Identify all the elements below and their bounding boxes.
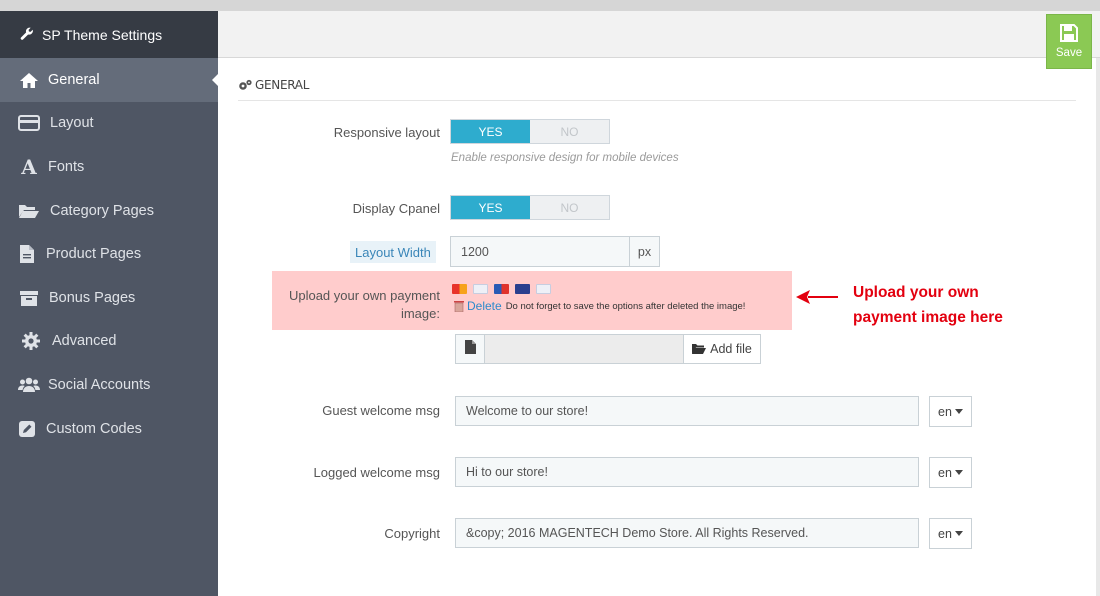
caret-down-icon bbox=[954, 531, 963, 536]
wrench-icon bbox=[20, 27, 36, 43]
sidebar-item-label: Layout bbox=[50, 115, 94, 132]
copyright-label: Copyright bbox=[384, 526, 440, 541]
payment-image-label-line2: image: bbox=[400, 306, 440, 321]
delete-note: Do not forget to save the options after … bbox=[505, 300, 746, 312]
lang-value: en bbox=[938, 526, 952, 541]
payment-image-label: Upload your own payment image: bbox=[272, 287, 440, 323]
trash-icon bbox=[454, 300, 464, 312]
sidebar-header: SP Theme Settings bbox=[0, 11, 218, 58]
file-name-input[interactable] bbox=[485, 334, 684, 364]
caret-down-icon bbox=[954, 470, 963, 475]
responsive-layout-no[interactable]: NO bbox=[530, 120, 609, 143]
sidebar-item-layout[interactable]: Layout bbox=[0, 102, 218, 146]
edit-icon bbox=[16, 418, 38, 440]
file-icon bbox=[16, 243, 38, 265]
floppy-disk-icon bbox=[1060, 24, 1078, 42]
paypal-alt-icon bbox=[536, 284, 551, 294]
display-cpanel-toggle[interactable]: YES NO bbox=[450, 195, 610, 220]
guest-welcome-input[interactable]: Welcome to our store! bbox=[455, 396, 919, 426]
display-cpanel-yes[interactable]: YES bbox=[451, 196, 530, 219]
sidebar-item-category-pages[interactable]: Category Pages bbox=[0, 189, 218, 233]
sidebar-item-label: Advanced bbox=[52, 333, 117, 350]
section-title: GENERAL bbox=[238, 78, 309, 92]
maestro-icon bbox=[494, 284, 509, 294]
responsive-layout-help: Enable responsive design for mobile devi… bbox=[451, 152, 679, 164]
section-divider bbox=[238, 100, 1076, 101]
payment-image-delete-row: Delete Do not forget to save the options… bbox=[454, 299, 745, 313]
document-icon bbox=[464, 339, 476, 359]
caret-down-icon bbox=[954, 409, 963, 414]
file-icon-box bbox=[455, 334, 485, 364]
main-panel: GENERAL Responsive layout YES NO Enable … bbox=[218, 58, 1100, 596]
annotation-arrow-icon bbox=[796, 290, 838, 304]
payment-image-row: Upload your own payment image: Delete Do… bbox=[272, 271, 792, 330]
sidebar-item-label: Fonts bbox=[48, 158, 85, 175]
annotation-text: Upload your own payment image here bbox=[853, 280, 1053, 330]
guest-welcome-label: Guest welcome msg bbox=[322, 403, 440, 418]
visa-icon bbox=[515, 284, 530, 294]
display-cpanel-no[interactable]: NO bbox=[530, 196, 609, 219]
home-icon bbox=[18, 69, 40, 91]
users-icon bbox=[18, 374, 40, 396]
header-bar: Save bbox=[218, 11, 1100, 69]
sidebar-item-label: Custom Codes bbox=[46, 420, 142, 437]
copyright-input[interactable]: &copy; 2016 MAGENTECH Demo Store. All Ri… bbox=[455, 518, 919, 548]
section-title-text: GENERAL bbox=[255, 78, 310, 92]
right-edge bbox=[1096, 58, 1100, 596]
lang-value: en bbox=[938, 465, 952, 480]
responsive-layout-toggle[interactable]: YES NO bbox=[450, 119, 610, 144]
add-file-label: Add file bbox=[710, 342, 752, 356]
layout-width-input[interactable]: 1200 bbox=[450, 236, 630, 267]
sidebar-item-label: Product Pages bbox=[46, 246, 142, 263]
paypal-icon bbox=[473, 284, 488, 294]
logged-welcome-lang-select[interactable]: en bbox=[929, 457, 972, 488]
display-cpanel-label: Display Cpanel bbox=[352, 201, 440, 216]
layout-icon bbox=[18, 112, 40, 134]
lang-value: en bbox=[938, 404, 952, 419]
sidebar-item-advanced[interactable]: Advanced bbox=[0, 320, 218, 364]
folder-open-icon bbox=[692, 343, 707, 355]
annotation-line2: payment image here bbox=[853, 309, 1003, 326]
sidebar-item-social-accounts[interactable]: Social Accounts bbox=[0, 363, 218, 407]
guest-welcome-lang-select[interactable]: en bbox=[929, 396, 972, 427]
logged-welcome-input[interactable]: Hi to our store! bbox=[455, 457, 919, 487]
sidebar-item-label: General bbox=[48, 71, 100, 88]
layout-width-group: 1200 px bbox=[450, 236, 660, 267]
sidebar-item-fonts[interactable]: A Fonts bbox=[0, 145, 218, 189]
file-upload-group: Add file bbox=[455, 334, 761, 364]
sidebar-item-label: Category Pages bbox=[50, 202, 154, 219]
layout-width-unit: px bbox=[630, 236, 660, 267]
top-strip bbox=[0, 0, 1100, 11]
payment-image-label-line1: Upload your own payment bbox=[288, 288, 440, 303]
sidebar-item-product-pages[interactable]: Product Pages bbox=[0, 232, 218, 276]
annotation-line1: Upload your own bbox=[853, 284, 979, 301]
folder-open-icon bbox=[18, 200, 40, 222]
sidebar-item-bonus-pages[interactable]: Bonus Pages bbox=[0, 276, 218, 320]
app-title: SP Theme Settings bbox=[42, 26, 163, 43]
gear-icon bbox=[20, 330, 42, 352]
cogs-icon bbox=[238, 79, 252, 91]
responsive-layout-yes[interactable]: YES bbox=[451, 120, 530, 143]
payment-image-preview bbox=[452, 284, 557, 294]
responsive-layout-label: Responsive layout bbox=[333, 125, 440, 140]
sidebar-item-label: Social Accounts bbox=[48, 376, 151, 393]
mastercard-icon bbox=[452, 284, 467, 294]
logged-welcome-label: Logged welcome msg bbox=[313, 465, 440, 480]
sidebar-item-general[interactable]: General bbox=[0, 58, 219, 102]
sidebar-item-custom-codes[interactable]: Custom Codes bbox=[0, 407, 218, 451]
copyright-lang-select[interactable]: en bbox=[929, 518, 972, 549]
sidebar-item-label: Bonus Pages bbox=[49, 289, 136, 306]
delete-image-link[interactable]: Delete bbox=[467, 299, 502, 313]
sidebar: SP Theme Settings General Layout A Fonts… bbox=[0, 11, 219, 596]
add-file-button[interactable]: Add file bbox=[684, 334, 761, 364]
layout-width-label: Layout Width bbox=[350, 241, 436, 263]
font-icon: A bbox=[21, 154, 37, 179]
archive-icon bbox=[18, 287, 40, 309]
